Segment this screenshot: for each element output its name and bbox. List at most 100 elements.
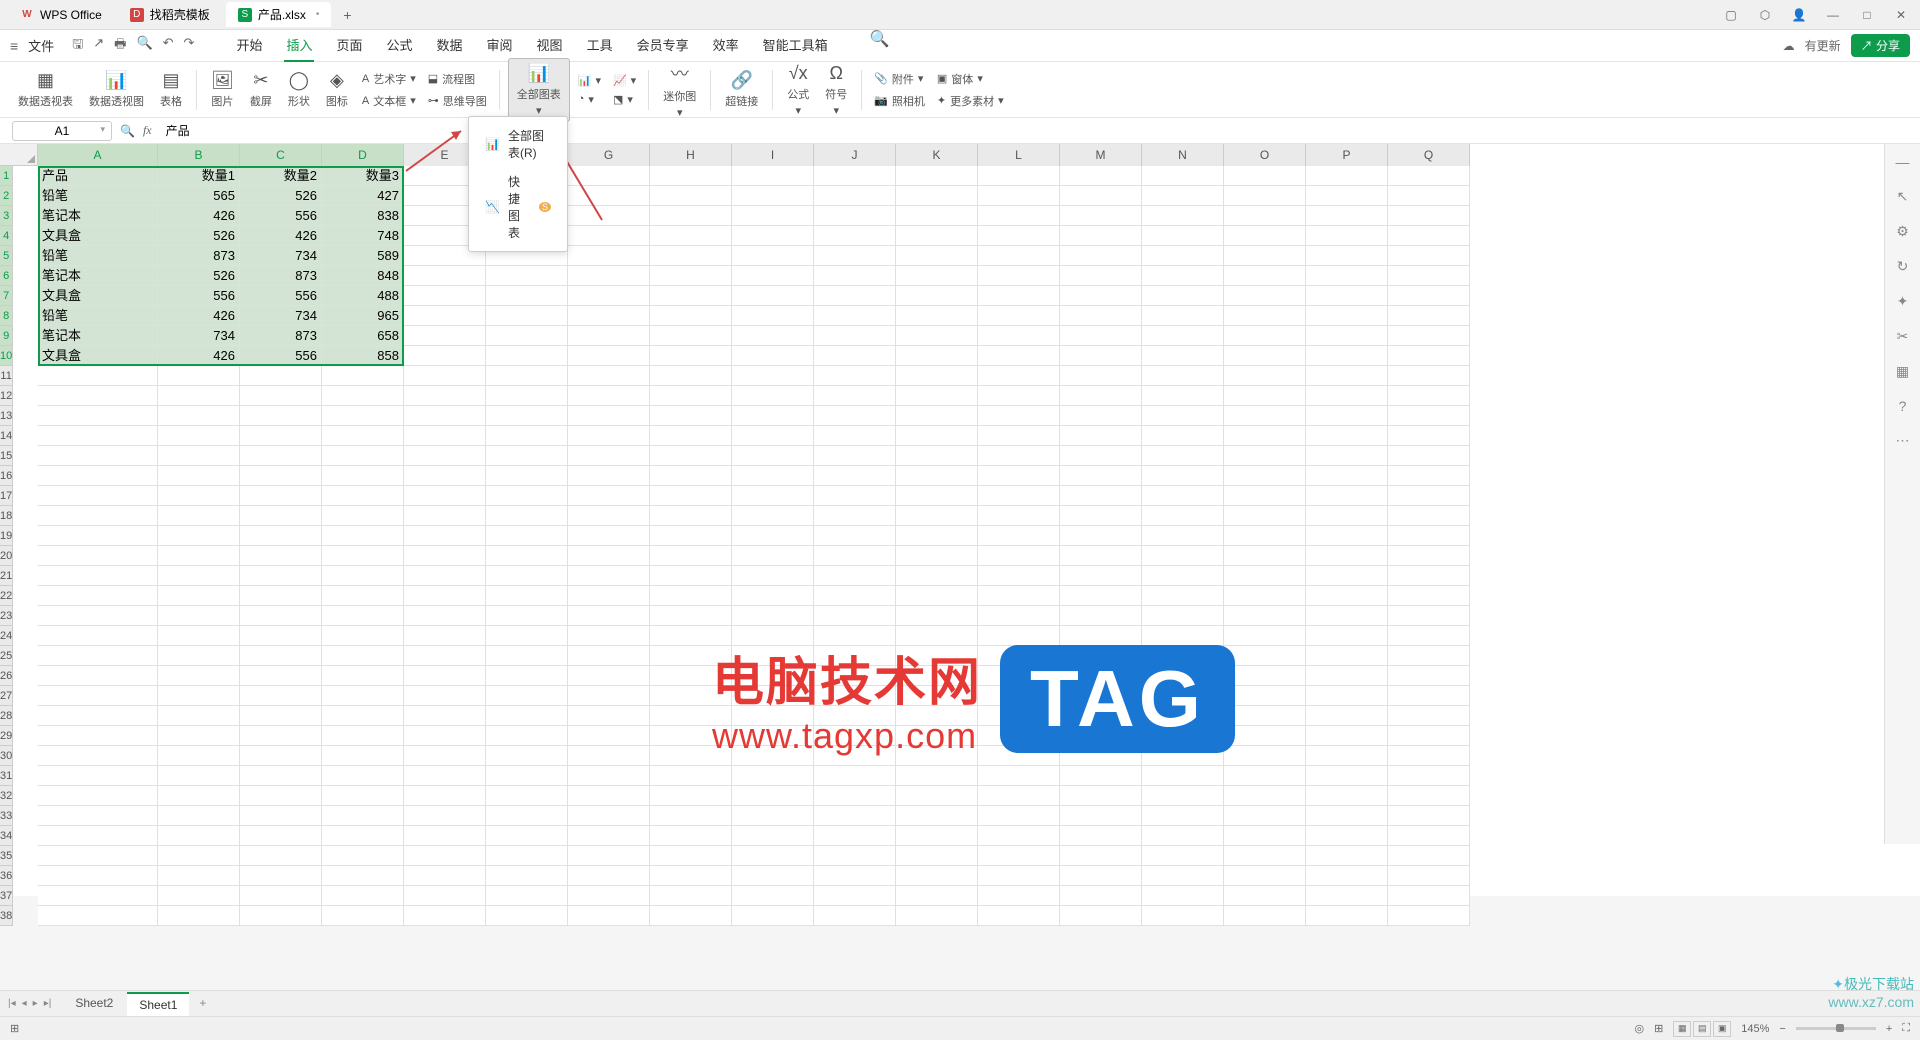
flowchart-button[interactable]: ⬓流程图 [424, 69, 491, 89]
cell[interactable] [1060, 166, 1142, 186]
cell[interactable] [240, 826, 322, 846]
cell[interactable] [1224, 246, 1306, 266]
cell[interactable] [568, 826, 650, 846]
cell[interactable] [486, 846, 568, 866]
cell[interactable] [732, 426, 814, 446]
cell[interactable] [240, 446, 322, 466]
row-header-17[interactable]: 17 [0, 486, 13, 506]
cell[interactable] [650, 626, 732, 646]
cell[interactable] [568, 406, 650, 426]
cell[interactable]: 铅笔 [38, 306, 158, 326]
cell[interactable] [1142, 666, 1224, 686]
cell[interactable] [486, 826, 568, 846]
cell[interactable] [1306, 766, 1388, 786]
cell[interactable] [240, 466, 322, 486]
cell[interactable] [568, 246, 650, 266]
cell[interactable] [896, 826, 978, 846]
cell[interactable] [814, 866, 896, 886]
cell[interactable] [568, 726, 650, 746]
cell[interactable] [240, 426, 322, 446]
cell[interactable] [732, 326, 814, 346]
cell[interactable] [1142, 806, 1224, 826]
cell[interactable] [1224, 546, 1306, 566]
row-header-37[interactable]: 37 [0, 886, 13, 906]
cell[interactable] [896, 326, 978, 346]
cell[interactable] [978, 866, 1060, 886]
cell[interactable] [814, 586, 896, 606]
cell[interactable] [650, 166, 732, 186]
cell[interactable] [158, 606, 240, 626]
column-header-O[interactable]: O [1224, 144, 1306, 167]
cell[interactable] [650, 206, 732, 226]
cell[interactable] [404, 266, 486, 286]
tab-page[interactable]: 页面 [334, 29, 364, 62]
cell[interactable] [404, 406, 486, 426]
cell[interactable] [1224, 186, 1306, 206]
cell[interactable] [322, 586, 404, 606]
row-header-35[interactable]: 35 [0, 846, 13, 866]
cell[interactable] [896, 866, 978, 886]
cell[interactable] [978, 846, 1060, 866]
cell[interactable]: 556 [240, 286, 322, 306]
cell[interactable] [404, 366, 486, 386]
cell[interactable] [978, 826, 1060, 846]
cell[interactable] [650, 226, 732, 246]
cell[interactable] [38, 866, 158, 886]
cell[interactable] [814, 826, 896, 846]
cell[interactable] [1224, 646, 1306, 666]
cell[interactable] [814, 906, 896, 926]
cell[interactable] [732, 666, 814, 686]
close-button[interactable]: ✕ [1890, 4, 1912, 26]
cell[interactable] [568, 466, 650, 486]
cell[interactable] [486, 286, 568, 306]
cell[interactable] [978, 466, 1060, 486]
cell[interactable] [404, 326, 486, 346]
cell[interactable] [1224, 566, 1306, 586]
cell[interactable] [1060, 666, 1142, 686]
symbol-button[interactable]: Ω符号 ▾ [819, 61, 853, 119]
cell[interactable] [650, 346, 732, 366]
cell[interactable] [732, 166, 814, 186]
cell[interactable] [814, 466, 896, 486]
cell[interactable] [1306, 186, 1388, 206]
cell[interactable] [814, 226, 896, 246]
cell[interactable] [814, 886, 896, 906]
cell[interactable] [1224, 426, 1306, 446]
cell[interactable] [1224, 166, 1306, 186]
cell[interactable] [978, 566, 1060, 586]
cell[interactable] [404, 486, 486, 506]
cell[interactable] [1060, 606, 1142, 626]
cell[interactable] [896, 486, 978, 506]
cell[interactable] [1060, 306, 1142, 326]
all-charts-menu-item[interactable]: 📊全部图表(R) [469, 121, 567, 167]
cell[interactable] [486, 526, 568, 546]
cell[interactable] [1060, 486, 1142, 506]
cell[interactable] [322, 666, 404, 686]
select-all-corner[interactable] [0, 144, 38, 166]
row-header-18[interactable]: 18 [0, 506, 13, 526]
cell[interactable] [814, 546, 896, 566]
cell[interactable] [1060, 866, 1142, 886]
cell[interactable] [732, 786, 814, 806]
cell[interactable] [814, 766, 896, 786]
cell[interactable] [1388, 886, 1470, 906]
cell[interactable]: 873 [158, 246, 240, 266]
cell[interactable] [486, 726, 568, 746]
cell[interactable] [1142, 306, 1224, 326]
cell[interactable] [1224, 266, 1306, 286]
cell[interactable] [1142, 546, 1224, 566]
row-header-21[interactable]: 21 [0, 566, 13, 586]
row-header-27[interactable]: 27 [0, 686, 13, 706]
row-header-31[interactable]: 31 [0, 766, 13, 786]
cell[interactable] [814, 566, 896, 586]
cell[interactable] [732, 726, 814, 746]
update-label[interactable]: 有更新 [1805, 37, 1841, 54]
cell[interactable] [650, 546, 732, 566]
cell[interactable] [732, 486, 814, 506]
cell[interactable] [568, 706, 650, 726]
form-button[interactable]: ▣窗体 ▾ [933, 69, 1008, 89]
cell[interactable] [650, 426, 732, 446]
cell[interactable] [650, 906, 732, 926]
cell[interactable] [568, 906, 650, 926]
cell[interactable] [650, 646, 732, 666]
